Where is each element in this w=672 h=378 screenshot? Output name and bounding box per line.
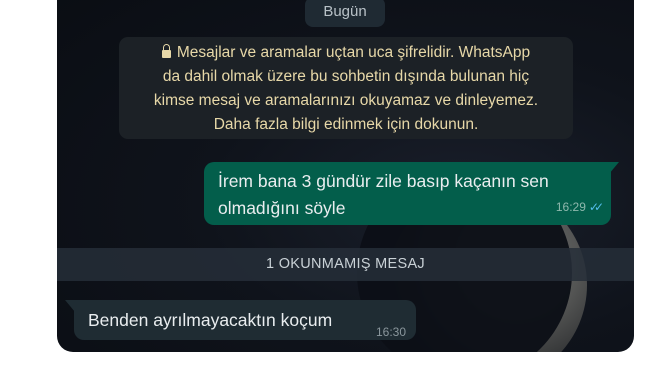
outgoing-bubble-tail: [609, 162, 619, 174]
outgoing-message-time: 16:29: [555, 200, 586, 214]
incoming-message-time: 16:30: [375, 325, 406, 339]
outgoing-message-bubble[interactable]: İrem bana 3 gündür zile basıp kaçanın se…: [204, 162, 611, 225]
encryption-line-4: Daha fazla bilgi edinmek için dokunun.: [213, 116, 479, 133]
lock-icon: [161, 44, 171, 58]
encryption-line-1: Mesajlar ve aramalar uçtan uca şifrelidi…: [129, 41, 563, 65]
double-check-icon: ✓✓: [588, 200, 604, 214]
incoming-message-text: Benden ayrılmayacaktın koçum: [88, 310, 333, 330]
outgoing-message-line-1: İrem bana 3 gündür zile basıp kaçanın se…: [218, 171, 549, 191]
incoming-message-bubble[interactable]: Benden ayrılmayacaktın koçum 16:30: [74, 300, 416, 340]
screenshot-frame: Bugün Mesajlar ve aramalar uçtan uca şif…: [0, 0, 672, 378]
unread-messages-divider: 1 OKUNMAMIŞ MESAJ: [57, 248, 634, 281]
encryption-line-3: kimse mesaj ve aramalarınızı okuyamaz ve…: [153, 92, 539, 109]
encryption-line-2: da dahil olmak üzere bu sohbetin dışında…: [162, 68, 530, 85]
chat-view[interactable]: Bugün Mesajlar ve aramalar uçtan uca şif…: [57, 0, 634, 352]
outgoing-message-meta: 16:29 ✓✓: [555, 194, 604, 221]
encryption-notice[interactable]: Mesajlar ve aramalar uçtan uca şifrelidi…: [119, 37, 573, 139]
outgoing-message-line-2: olmadığını söyle: [218, 198, 346, 218]
encryption-text-1: Mesajlar ve aramalar uçtan uca şifrelidi…: [176, 44, 531, 61]
date-chip: Bugün: [305, 0, 385, 27]
